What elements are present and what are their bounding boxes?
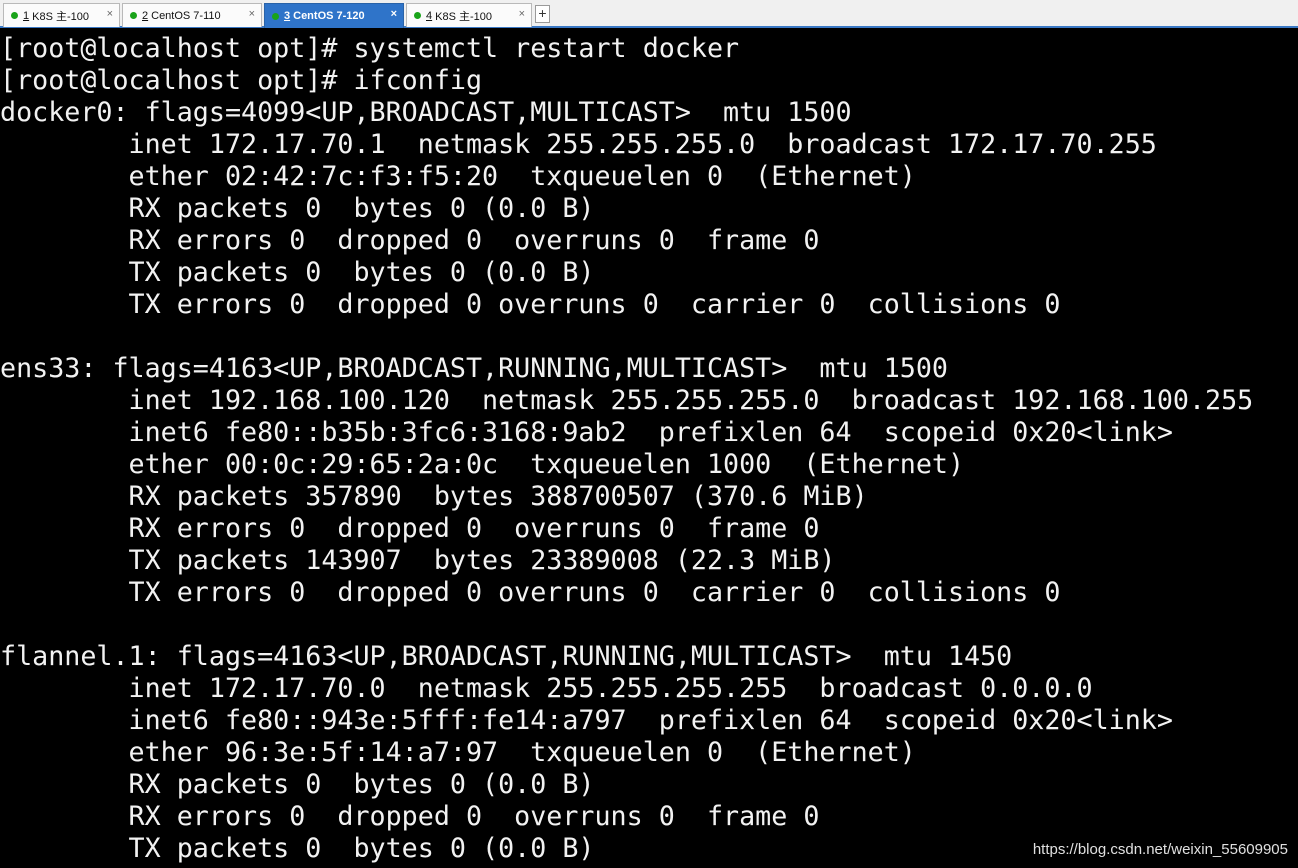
terminal-output[interactable]: [root@localhost opt]# systemctl restart … [0, 33, 1298, 868]
close-icon[interactable]: × [249, 8, 255, 20]
tab-number: 3 [284, 10, 291, 22]
close-icon[interactable]: × [107, 8, 113, 20]
terminal-line: TX errors 0 dropped 0 overruns 0 carrier… [0, 577, 1061, 608]
connected-status-icon [272, 12, 279, 20]
terminal-line: inet 172.17.70.0 netmask 255.255.255.255… [0, 673, 1093, 704]
connected-status-icon [130, 12, 137, 19]
tab-label: K8S 主-100 [435, 10, 492, 23]
terminal-line: inet6 fe80::b35b:3fc6:3168:9ab2 prefixle… [0, 417, 1173, 448]
terminal-line: RX packets 0 bytes 0 (0.0 B) [0, 193, 595, 224]
terminal-line: ether 00:0c:29:65:2a:0c txqueuelen 1000 … [0, 449, 965, 480]
tab-number: 4 [426, 9, 433, 22]
tab-label: CentOS 7-110 [151, 9, 221, 22]
terminal-line: [root@localhost opt]# ifconfig [0, 65, 483, 96]
connected-status-icon [414, 12, 421, 19]
tab-number: 2 [142, 9, 149, 22]
terminal-line: [root@localhost opt]# systemctl restart … [0, 33, 740, 64]
terminal-line: RX errors 0 dropped 0 overruns 0 frame 0 [0, 801, 820, 832]
terminal-line: docker0: flags=4099<UP,BROADCAST,MULTICA… [0, 97, 852, 128]
terminal-line: ether 96:3e:5f:14:a7:97 txqueuelen 0 (Et… [0, 737, 916, 768]
terminal-line: ens33: flags=4163<UP,BROADCAST,RUNNING,M… [0, 353, 948, 384]
tab-number: 1 [23, 9, 30, 22]
terminal-line: TX errors 0 dropped 0 overruns 0 carrier… [0, 289, 1061, 320]
session-tab-3[interactable]: 3 CentOS 7-120 × [264, 3, 404, 28]
terminal-line: RX errors 0 dropped 0 overruns 0 frame 0 [0, 225, 820, 256]
tab-label: CentOS 7-120 [293, 10, 365, 22]
terminal-line: inet6 fe80::943e:5fff:fe14:a797 prefixle… [0, 705, 1173, 736]
terminal-line: RX packets 357890 bytes 388700507 (370.6… [0, 481, 868, 512]
add-tab-button[interactable]: + [535, 5, 550, 23]
session-tab-bar: 1 K8S 主-100 × 2 CentOS 7-110 × 3 CentOS … [0, 0, 1298, 28]
terminal-line: RX packets 0 bytes 0 (0.0 B) [0, 769, 595, 800]
tab-label: K8S 主-100 [32, 10, 89, 23]
terminal-line: TX packets 143907 bytes 23389008 (22.3 M… [0, 545, 836, 576]
close-icon[interactable]: × [519, 8, 525, 20]
terminal-line: inet 172.17.70.1 netmask 255.255.255.0 b… [0, 129, 1157, 160]
close-icon[interactable]: × [391, 8, 397, 20]
terminal-line: ether 02:42:7c:f3:f5:20 txqueuelen 0 (Et… [0, 161, 916, 192]
terminal-line: RX errors 0 dropped 0 overruns 0 frame 0 [0, 513, 820, 544]
terminal-line: TX packets 0 bytes 0 (0.0 B) [0, 257, 595, 288]
terminal-line: flannel.1: flags=4163<UP,BROADCAST,RUNNI… [0, 641, 1013, 672]
connected-status-icon [11, 12, 18, 19]
watermark: https://blog.csdn.net/weixin_55609905 [1032, 841, 1288, 858]
terminal-line: inet 192.168.100.120 netmask 255.255.255… [0, 385, 1254, 416]
session-tab-2[interactable]: 2 CentOS 7-110 × [122, 3, 262, 27]
session-tab-4[interactable]: 4 K8S 主-100 × [406, 3, 532, 27]
session-tab-1[interactable]: 1 K8S 主-100 × [3, 3, 120, 27]
